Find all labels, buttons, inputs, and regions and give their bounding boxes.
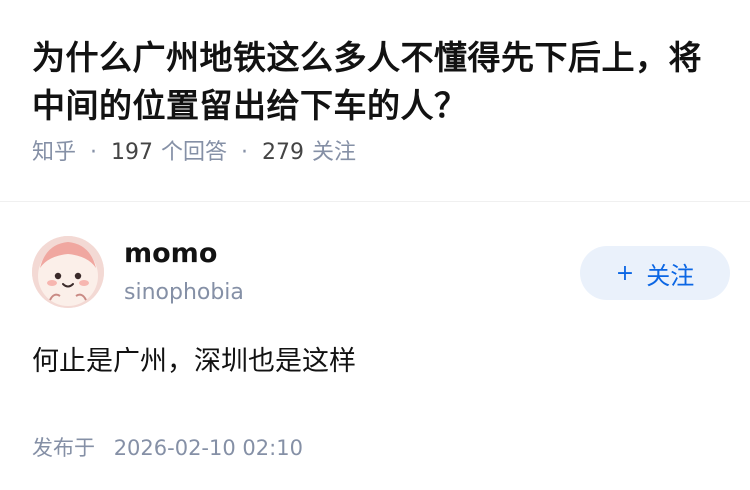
- answer-content: 何止是广州，深圳也是这样: [32, 346, 356, 377]
- answer-count: 197: [111, 140, 154, 165]
- follower-count: 279: [262, 140, 305, 165]
- author-bio: sinophobia: [124, 280, 244, 305]
- question-header: 为什么广州地铁这么多人不懂得先下后上，将中间的位置留出给下车的人？ 知乎 · 1…: [32, 34, 722, 168]
- publish-label: 发布于: [32, 436, 95, 460]
- question-meta: 知乎 · 197 个回答 · 279 关注: [32, 138, 722, 168]
- answer-count-label[interactable]: 个回答: [161, 138, 227, 168]
- author-row: momo sinophobia + 关注: [32, 232, 730, 308]
- plus-icon: +: [615, 260, 635, 286]
- source-label[interactable]: 知乎: [32, 138, 76, 168]
- publish-time: 2026-02-10 02:10: [113, 436, 303, 460]
- follower-count-label: 关注: [312, 140, 357, 165]
- question-title[interactable]: 为什么广州地铁这么多人不懂得先下后上，将中间的位置留出给下车的人？: [32, 34, 722, 130]
- zhihu-answer-page: 为什么广州地铁这么多人不懂得先下后上，将中间的位置留出给下车的人？ 知乎 · 1…: [0, 0, 750, 490]
- section-divider: [0, 201, 750, 202]
- publish-info: 发布于 2026-02-10 02:10: [32, 434, 722, 462]
- avatar-face-icon: [32, 236, 104, 308]
- avatar[interactable]: [32, 236, 104, 308]
- follow-button[interactable]: + 关注: [580, 246, 730, 300]
- follow-button-label: 关注: [646, 261, 695, 290]
- meta-separator: ·: [241, 140, 249, 165]
- answer-card: momo sinophobia + 关注 何止是广州，深圳也是这样 发布于 20…: [32, 232, 730, 462]
- author-name[interactable]: momo: [124, 236, 217, 272]
- meta-separator: ·: [90, 140, 98, 165]
